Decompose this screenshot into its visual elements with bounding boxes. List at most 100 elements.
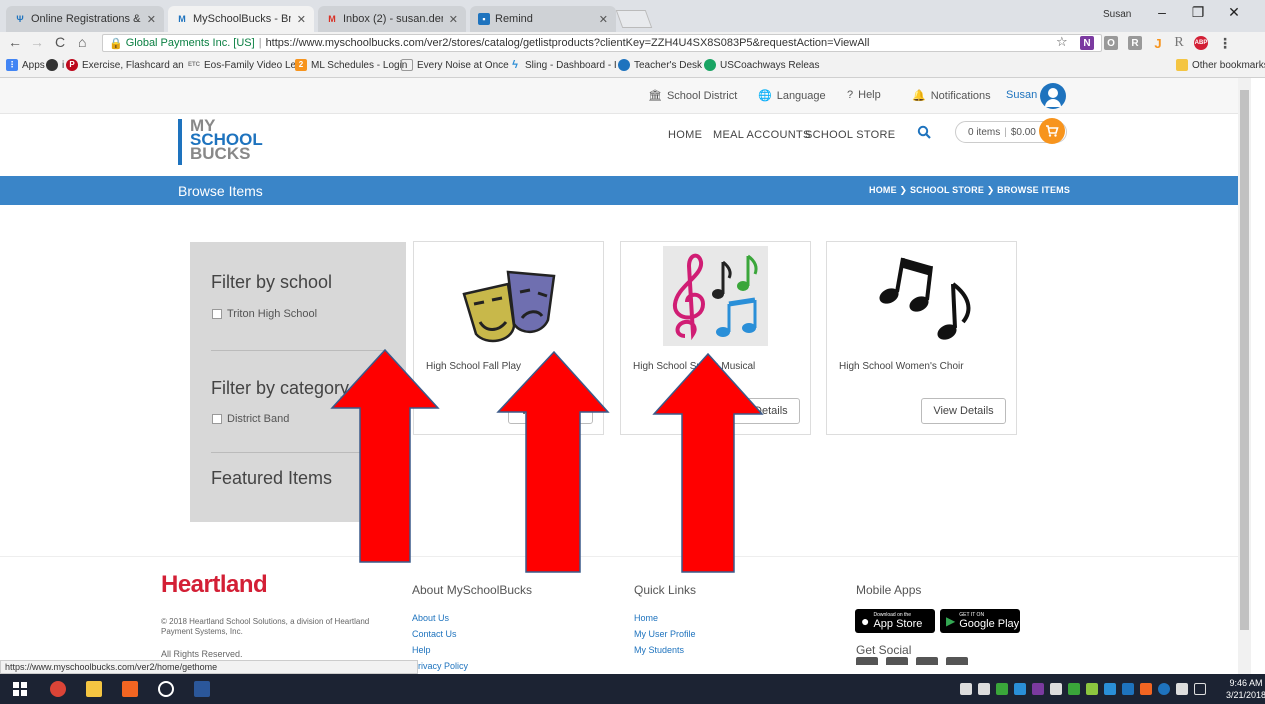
checkbox[interactable] xyxy=(212,309,222,319)
tray-icon[interactable] xyxy=(1122,683,1134,695)
tray-icon[interactable] xyxy=(996,683,1008,695)
app-store-badge[interactable]: ● Download on the App Store xyxy=(855,609,935,633)
tab-gmail-inbox[interactable]: M Inbox (2) - susan.densmo ✕ xyxy=(318,6,466,32)
contact-us-link[interactable]: Contact Us xyxy=(412,629,457,639)
file-explorer-icon[interactable] xyxy=(86,681,102,697)
filter-school-option[interactable]: Triton High School xyxy=(212,308,317,320)
adblock-icon[interactable]: ABP xyxy=(1194,36,1208,50)
search-icon[interactable] xyxy=(917,125,931,139)
bookmark-star-icon[interactable]: ☆ xyxy=(1056,34,1068,50)
volume-icon[interactable] xyxy=(1194,683,1206,695)
close-icon[interactable]: ✕ xyxy=(147,13,156,26)
bookmark-item[interactable]: Teacher's Desk xyxy=(618,59,702,71)
product-card-fall-play[interactable]: High School Fall Play View Details xyxy=(413,241,604,435)
tab-remind[interactable]: ▪ Remind ✕ xyxy=(470,6,616,32)
bookmark-item[interactable]: 2 ML Schedules - Login xyxy=(295,59,407,71)
close-icon[interactable]: ✕ xyxy=(297,13,306,26)
bookmark-other[interactable]: Other bookmarks xyxy=(1176,59,1265,71)
extension-j-icon[interactable]: J xyxy=(1151,36,1165,51)
user-menu[interactable]: Susan xyxy=(1006,89,1037,101)
featured-items-heading[interactable]: Featured Items xyxy=(211,468,332,489)
scrollbar-thumb[interactable] xyxy=(1240,90,1249,630)
tray-icon[interactable] xyxy=(1086,683,1098,695)
onenote-extension-icon[interactable]: N xyxy=(1080,36,1094,50)
network-icon[interactable] xyxy=(1176,683,1188,695)
user-profile-link[interactable]: My User Profile xyxy=(634,629,696,639)
nav-meal-accounts[interactable]: MEAL ACCOUNTS xyxy=(713,129,811,141)
maximize-icon[interactable]: ❐ xyxy=(1186,4,1210,21)
new-tab-button[interactable] xyxy=(615,10,653,28)
taskbar-clock[interactable]: 9:46 AM 3/21/2018 xyxy=(1226,677,1265,701)
home-icon[interactable]: ⌂ xyxy=(78,34,86,50)
tray-icon[interactable] xyxy=(1032,683,1044,695)
extension-icon[interactable]: R xyxy=(1128,36,1142,50)
product-name[interactable]: High School Spring Musical xyxy=(633,361,755,372)
product-card-spring-musical[interactable]: High School Spring Musical View Details xyxy=(620,241,811,435)
language-link[interactable]: 🌐 Language xyxy=(758,89,826,102)
minimize-icon[interactable]: – xyxy=(1150,4,1174,20)
tray-icon[interactable] xyxy=(978,683,990,695)
back-icon[interactable]: ← xyxy=(8,34,22,50)
windows-start-icon[interactable] xyxy=(13,682,27,696)
social-icon[interactable] xyxy=(886,657,908,665)
bookmark-item[interactable]: ETC Eos-Family Video Lea xyxy=(188,59,302,71)
privacy-policy-link[interactable]: Privacy Policy xyxy=(412,661,468,671)
myschoolbucks-logo[interactable]: MY SCHOOL BUCKS xyxy=(178,117,263,165)
close-icon[interactable]: ✕ xyxy=(599,13,608,26)
product-name[interactable]: High School Fall Play xyxy=(426,361,521,372)
help-link[interactable]: Help xyxy=(412,645,431,655)
nav-school-store[interactable]: SCHOOL STORE xyxy=(805,129,895,141)
extension-r-icon[interactable]: R xyxy=(1172,35,1186,50)
google-play-badge[interactable]: ▶ GET IT ON Google Play xyxy=(940,609,1020,633)
notifications-link[interactable]: 🔔 Notifications xyxy=(912,89,991,102)
app-icon[interactable] xyxy=(158,681,174,697)
window-close-icon[interactable]: ✕ xyxy=(1222,4,1246,21)
breadcrumb[interactable]: HOME ❯ SCHOOL STORE ❯ BROWSE ITEMS xyxy=(869,185,1070,196)
bookmark-item[interactable]: i xyxy=(46,59,64,71)
menu-icon[interactable]: ⋮ xyxy=(1218,35,1232,51)
reload-icon[interactable]: C xyxy=(55,34,65,50)
word-icon[interactable] xyxy=(194,681,210,697)
school-district-link[interactable]: 🏛 School District xyxy=(648,89,737,102)
page-scrollbar[interactable] xyxy=(1238,78,1251,674)
my-students-link[interactable]: My Students xyxy=(634,645,684,655)
view-details-button[interactable]: View Details xyxy=(921,398,1006,424)
nav-home[interactable]: HOME xyxy=(668,129,702,141)
social-icon[interactable] xyxy=(916,657,938,665)
shopping-cart-icon[interactable] xyxy=(1039,118,1065,144)
chrome-icon[interactable] xyxy=(50,681,66,697)
bluetooth-icon[interactable] xyxy=(1158,683,1170,695)
about-us-link[interactable]: About Us xyxy=(412,613,449,623)
tab-myschoolbucks[interactable]: M MySchoolBucks - Browse ✕ xyxy=(168,6,314,32)
bookmark-apps[interactable]: ⋮ Apps xyxy=(6,59,45,71)
tray-icon[interactable] xyxy=(1104,683,1116,695)
tray-icon[interactable] xyxy=(1014,683,1026,695)
view-details-button[interactable]: View Details xyxy=(508,398,593,424)
extension-icon[interactable]: O xyxy=(1104,36,1118,50)
help-link[interactable]: ? Help xyxy=(847,89,881,101)
profile-name[interactable]: Susan xyxy=(1103,9,1131,20)
product-card-womens-choir[interactable]: High School Women's Choir View Details xyxy=(826,241,1017,435)
filter-category-option[interactable]: District Band xyxy=(212,413,289,425)
social-icon[interactable] xyxy=(856,657,878,665)
tray-icon[interactable] xyxy=(1050,683,1062,695)
tab-online-registrations[interactable]: Ψ Online Registrations & P ✕ xyxy=(6,6,164,32)
address-bar[interactable]: 🔒 Global Payments Inc. [US] | https://ww… xyxy=(102,34,1102,52)
close-icon[interactable]: ✕ xyxy=(449,13,458,26)
tray-icon[interactable] xyxy=(960,683,972,695)
user-avatar-icon[interactable] xyxy=(1040,83,1066,109)
view-details-button[interactable]: View Details xyxy=(715,398,800,424)
app-icon[interactable] xyxy=(122,681,138,697)
heartland-logo[interactable]: Heartland xyxy=(161,571,268,599)
footer-home-link[interactable]: Home xyxy=(634,613,658,623)
checkbox[interactable] xyxy=(212,414,222,424)
bookmark-item[interactable]: P Exercise, Flashcard an xyxy=(66,59,184,71)
forward-icon[interactable]: → xyxy=(30,34,44,50)
product-name[interactable]: High School Women's Choir xyxy=(839,361,964,372)
bookmark-item[interactable]: USCoachways Releas xyxy=(704,59,820,71)
tray-icon[interactable] xyxy=(1140,683,1152,695)
social-icon[interactable] xyxy=(946,657,968,665)
bookmark-item[interactable]: Every Noise at Once xyxy=(401,59,509,71)
tray-icon[interactable] xyxy=(1068,683,1080,695)
bookmark-item[interactable]: ϟ Sling - Dashboard - I xyxy=(509,59,617,71)
